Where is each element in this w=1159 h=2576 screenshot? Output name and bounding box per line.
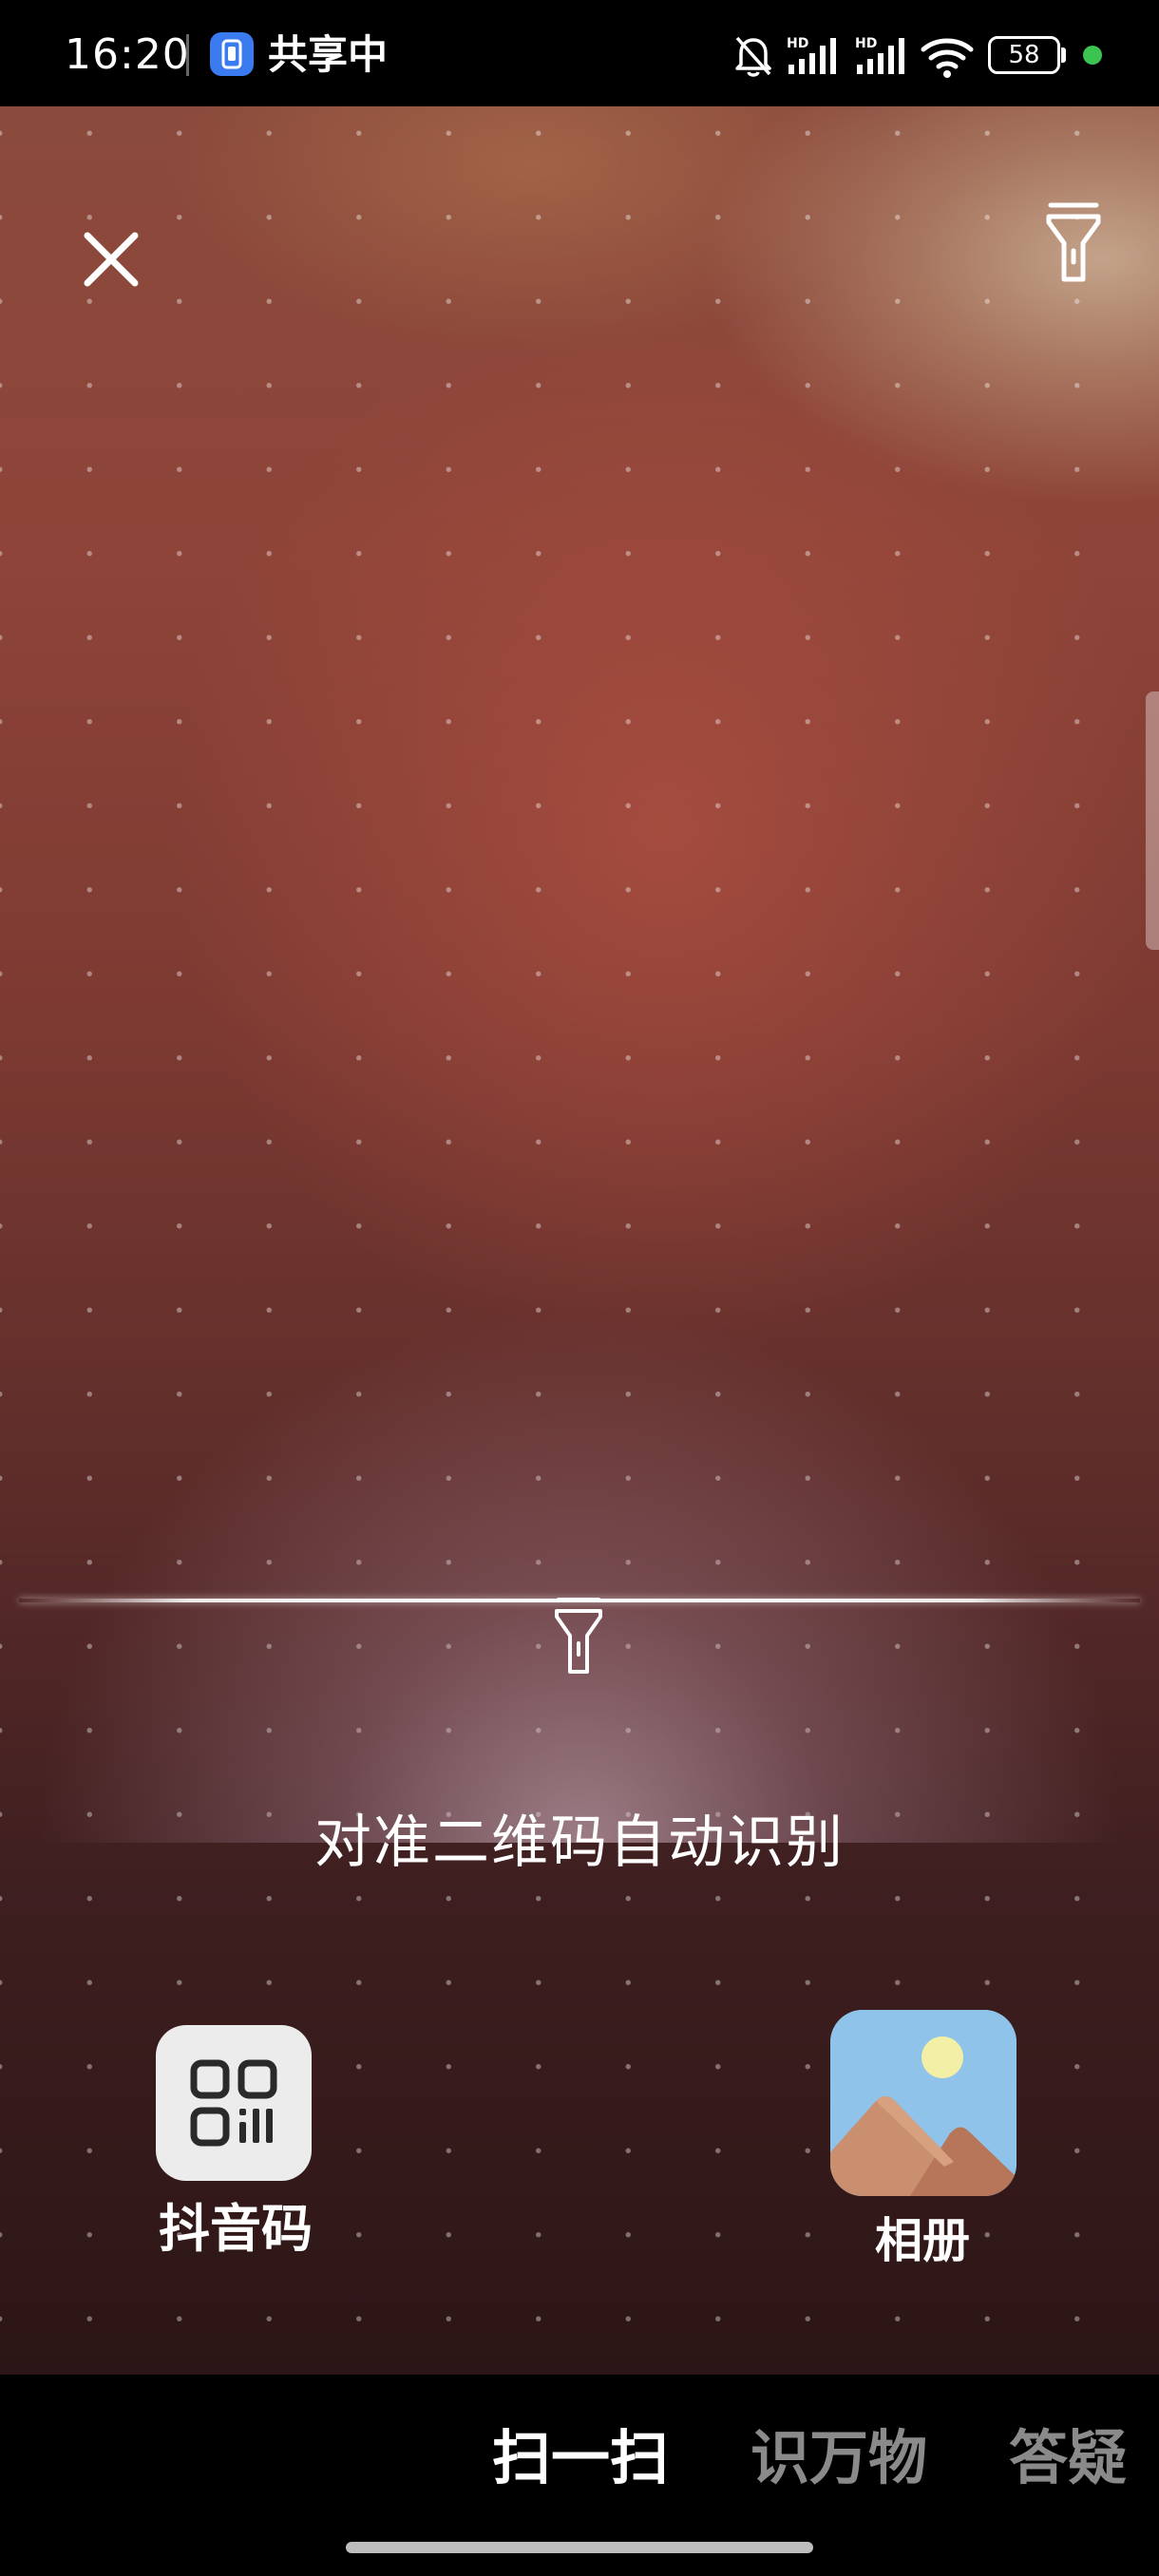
flashlight-toggle-icon[interactable]: [549, 1596, 608, 1679]
album-label: 相册: [875, 2213, 970, 2268]
svg-text:HD: HD: [855, 36, 877, 51]
album-button[interactable]: 相册: [823, 2010, 1022, 2285]
mute-bell-icon: [735, 36, 771, 77]
battery-level: 58: [1008, 41, 1040, 69]
svg-text:HD: HD: [787, 36, 808, 51]
side-drag-handle[interactable]: [1146, 691, 1159, 950]
scan-hint-text: 对准二维码自动识别: [314, 1809, 845, 1876]
qr-code-icon: [190, 2059, 277, 2147]
status-divider: [186, 34, 189, 76]
signal-hd-icon: HD: [787, 36, 836, 74]
flashlight-icon[interactable]: [1041, 199, 1106, 287]
green-dot-indicator: [1083, 46, 1102, 65]
scan-screen: 16:20 共享中 HD HD 58 对准二维码自动识别 抖音码 相册 扫一扫 …: [0, 0, 1159, 2576]
wifi-icon: [921, 38, 974, 78]
tab-scan[interactable]: 扫一扫: [492, 2418, 669, 2498]
battery-cap: [1061, 47, 1066, 63]
screen-share-icon: [210, 32, 254, 76]
douyin-code-button[interactable]: 抖音码: [142, 2023, 329, 2272]
douyin-code-label: 抖音码: [159, 2199, 313, 2259]
status-bar: 16:20 共享中 HD HD 58: [0, 0, 1159, 106]
signal-hd-icon: HD: [855, 36, 904, 74]
close-icon[interactable]: [82, 230, 141, 289]
status-time: 16:20: [65, 30, 190, 79]
sharing-status-label: 共享中: [268, 31, 389, 78]
album-thumbnail[interactable]: [830, 2010, 1016, 2196]
home-indicator[interactable]: [346, 2542, 813, 2553]
tab-identify-objects[interactable]: 识万物: [750, 2418, 927, 2498]
tab-qa[interactable]: 答疑: [1009, 2418, 1127, 2498]
douyin-code-tile[interactable]: [156, 2025, 312, 2181]
photo-album-icon: [830, 2010, 1016, 2196]
